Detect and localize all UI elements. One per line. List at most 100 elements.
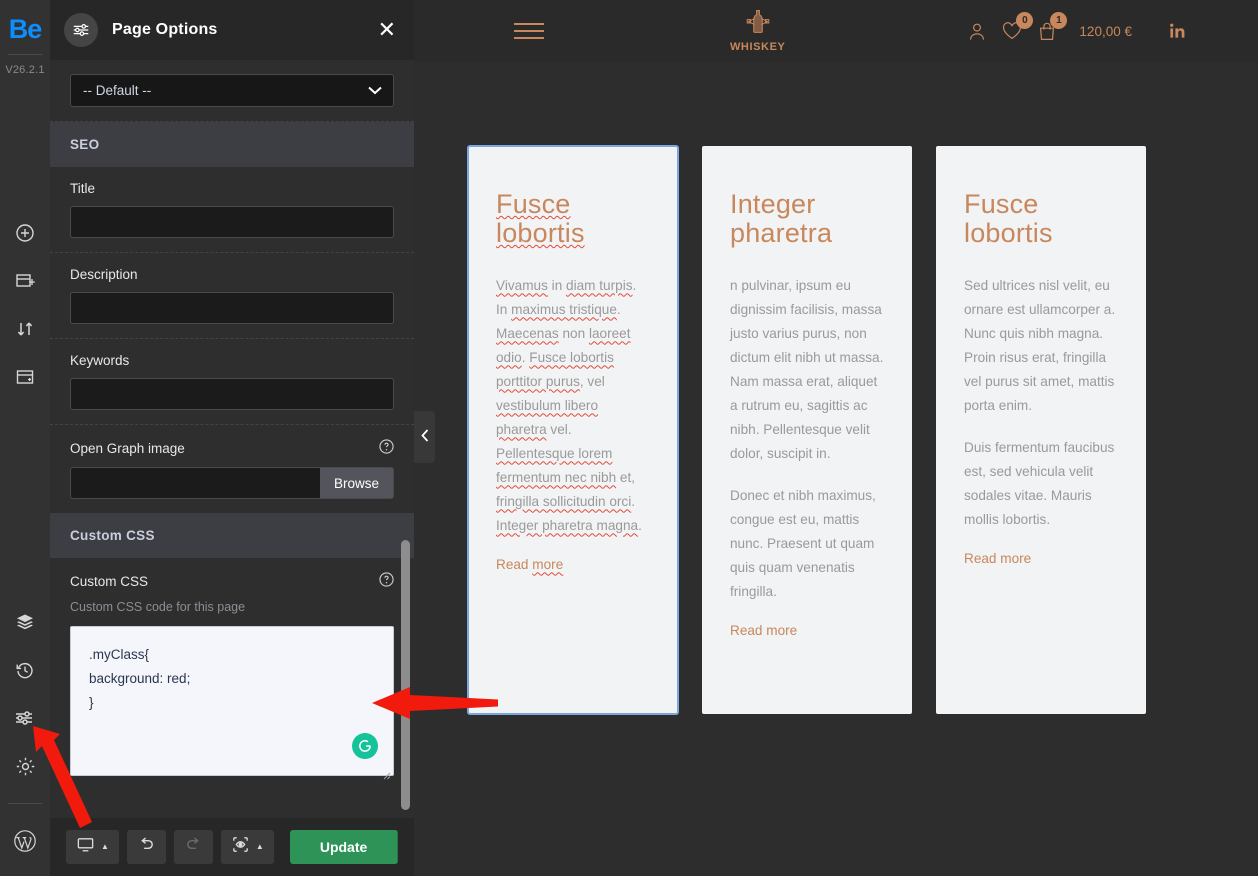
seo-description-label: Description: [70, 267, 138, 282]
rail-tools-bottom: [8, 605, 42, 876]
open-graph-image-input[interactable]: [70, 467, 320, 499]
panel-scrollbar-thumb[interactable]: [401, 540, 410, 810]
card-title: Fusce lobortis: [496, 189, 585, 249]
rail-item-settings[interactable]: [8, 749, 42, 783]
seo-title-label: Title: [70, 181, 96, 196]
rail-item-templates[interactable]: [8, 360, 42, 394]
add-section-icon: [15, 271, 35, 291]
read-more-link[interactable]: Read more: [730, 623, 797, 638]
rail-item-history[interactable]: [8, 653, 42, 687]
preview-button[interactable]: ▲: [220, 830, 274, 864]
content-card[interactable]: Fusce lobortis Vivamus in diam turpis. I…: [467, 145, 679, 715]
site-logo[interactable]: WHISKEY: [730, 9, 786, 53]
preview-eye-icon: [231, 835, 250, 859]
update-button-group: Update ▲: [289, 830, 398, 864]
grammarly-icon[interactable]: [352, 733, 378, 759]
wishlist-badge: 0: [1016, 12, 1034, 29]
card-paragraph: Sed ultrices nisl velit, eu ornare est u…: [964, 278, 1116, 414]
custom-css-editor-wrap: .myClass{ background: red; }: [70, 626, 394, 781]
help-icon[interactable]: [379, 572, 394, 590]
site-preview: WHISKEY 0 1 120,00 € Fusce lobortis Viva…: [414, 0, 1258, 876]
seo-keywords-input[interactable]: [70, 378, 394, 410]
rail-item-add-section[interactable]: [8, 264, 42, 298]
update-options-caret-icon[interactable]: ▲: [397, 830, 398, 864]
rail-item-reorder[interactable]: [8, 312, 42, 346]
help-icon[interactable]: [379, 439, 394, 457]
version-label: V26.2.1: [5, 64, 45, 76]
layout-select-field: -- Default --: [50, 60, 414, 122]
card-title: Integer pharetra: [730, 189, 833, 249]
panel-footer-toolbar: ▲ ▲ Update: [50, 818, 414, 876]
card-paragraph: Vivamus in diam turpis. In maximus trist…: [496, 278, 642, 534]
seo-keywords-label: Keywords: [70, 353, 130, 368]
desktop-icon: [76, 835, 95, 859]
layout-select[interactable]: -- Default --: [70, 74, 394, 107]
wishlist-icon[interactable]: 0: [1001, 12, 1034, 41]
resize-grip-icon[interactable]: [381, 767, 391, 780]
open-graph-image-label: Open Graph image: [70, 439, 394, 457]
update-button[interactable]: Update: [289, 830, 398, 864]
cart-total: 120,00 €: [1079, 23, 1132, 39]
panel-scroll-area: -- Default -- SEO Title Description Keyw…: [50, 60, 414, 818]
card-paragraph: Donec et nibh maximus, congue est eu, ma…: [730, 488, 876, 600]
custom-css-field: Custom CSS Custom CSS code for this page…: [50, 558, 414, 795]
redo-icon: [184, 835, 203, 859]
wordpress-icon: [13, 829, 37, 853]
custom-css-textarea[interactable]: .myClass{ background: red; }: [70, 626, 394, 776]
whiskey-bottle-icon: [743, 9, 773, 40]
undo-button[interactable]: [126, 830, 166, 864]
close-icon[interactable]: ✕: [378, 19, 396, 41]
seo-keywords-field: Keywords: [50, 339, 414, 425]
seo-title-input[interactable]: [70, 206, 394, 238]
card-paragraph: n pulvinar, ipsum eu dignissim facilisis…: [730, 278, 884, 462]
content-card[interactable]: Fusce lobortis Sed ultrices nisl velit, …: [936, 146, 1146, 714]
hamburger-icon[interactable]: [514, 23, 548, 39]
open-graph-image-label-text: Open Graph image: [70, 440, 185, 456]
browse-button[interactable]: Browse: [319, 467, 394, 499]
page-options-panel: Page Options ✕ -- Default -- SEO Title D…: [50, 0, 414, 876]
cards-row: Fusce lobortis Vivamus in diam turpis. I…: [414, 62, 1258, 715]
seo-description-field: Description: [50, 253, 414, 339]
plus-circle-icon: [15, 223, 35, 243]
layers-icon: [15, 612, 35, 632]
seo-description-input[interactable]: [70, 292, 394, 324]
seo-title-field: Title: [50, 167, 414, 253]
undo-icon: [137, 835, 156, 859]
layout-select-wrap: -- Default --: [70, 74, 394, 107]
rail-tools-top: [8, 216, 42, 394]
custom-css-help-text: Custom CSS code for this page: [70, 600, 246, 614]
rail-item-add-element[interactable]: [8, 216, 42, 250]
left-rail: Be V26.2.1: [0, 0, 50, 876]
cart-badge: 1: [1050, 11, 1068, 29]
panel-header: Page Options ✕: [50, 0, 414, 60]
gear-icon: [15, 756, 36, 777]
rail-item-wordpress[interactable]: [8, 824, 42, 858]
open-graph-image-row: Browse: [70, 467, 394, 499]
sort-arrows-icon: [15, 319, 35, 339]
sliders-icon: [14, 708, 36, 728]
content-card[interactable]: Integer pharetra n pulvinar, ipsum eu di…: [702, 146, 912, 714]
be-logo[interactable]: Be: [9, 16, 43, 43]
custom-css-label-text: Custom CSS: [70, 573, 149, 589]
responsive-mode-button[interactable]: ▲: [66, 830, 119, 864]
caret-up-icon: ▲: [101, 842, 109, 851]
linkedin-icon[interactable]: [1168, 21, 1188, 41]
chevron-left-icon: [420, 429, 429, 445]
template-icon: [15, 367, 35, 387]
read-more-link[interactable]: Read more: [964, 551, 1031, 566]
read-more-link[interactable]: Read more: [496, 557, 563, 572]
panel-collapse-handle[interactable]: [414, 411, 435, 463]
redo-button[interactable]: [173, 830, 213, 864]
rail-item-page-options[interactable]: [8, 701, 42, 735]
account-icon[interactable]: [967, 21, 987, 42]
cart-icon[interactable]: 1: [1037, 11, 1068, 42]
sliders-icon: [64, 13, 98, 47]
rail-item-layers[interactable]: [8, 605, 42, 639]
open-graph-image-field: Open Graph image Browse: [50, 425, 414, 513]
card-title: Fusce lobortis: [964, 189, 1053, 249]
history-clock-icon: [15, 660, 35, 680]
site-header: WHISKEY 0 1 120,00 €: [414, 0, 1258, 62]
section-header-seo: SEO: [50, 122, 414, 167]
panel-title: Page Options: [112, 21, 218, 38]
caret-up-icon: ▲: [255, 842, 264, 851]
